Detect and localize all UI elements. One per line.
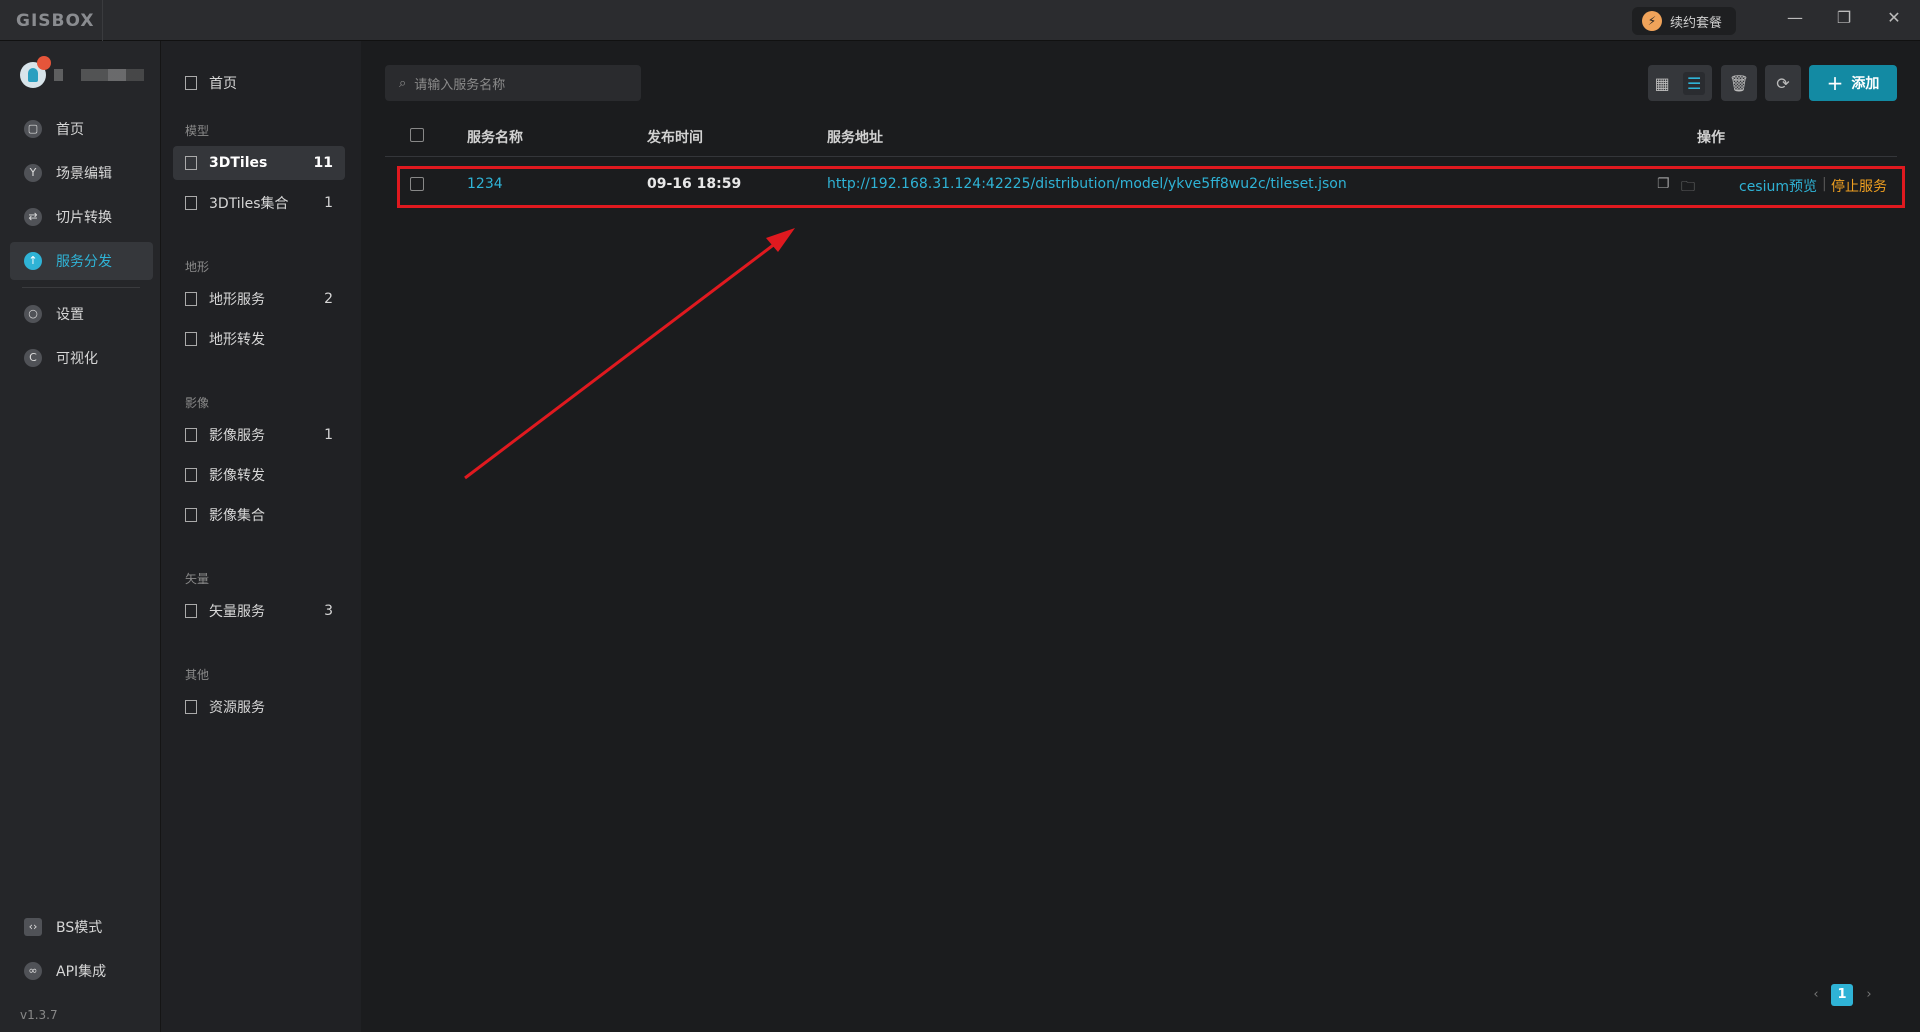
prev-page-button[interactable]: ‹ — [1805, 984, 1827, 1006]
next-page-button[interactable]: › — [1858, 984, 1880, 1006]
notification-badge — [37, 56, 51, 70]
annotation-arrow — [464, 228, 795, 480]
page-1-button[interactable]: 1 — [1831, 984, 1853, 1006]
